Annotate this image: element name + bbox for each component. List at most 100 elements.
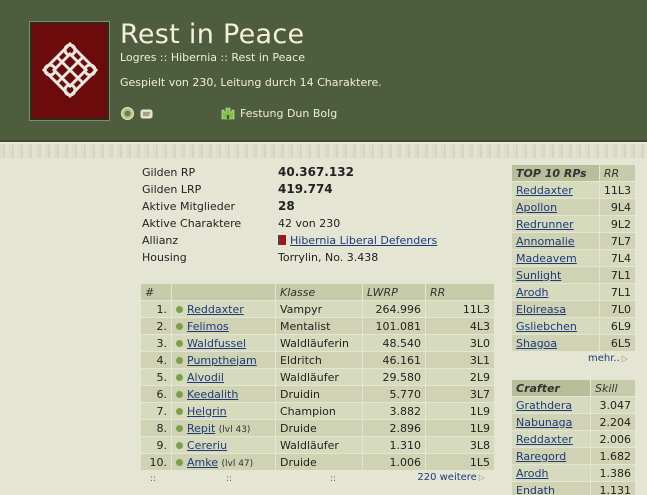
- rr-cell: 6L9: [599, 318, 635, 334]
- top10-player-link[interactable]: Madeavem: [516, 252, 577, 265]
- top10-player-link[interactable]: Gsliebchen: [516, 320, 577, 333]
- table-header-row: # Klasse LWRP RR: [141, 284, 494, 300]
- table-row: Eloireasa 7L0: [512, 301, 635, 317]
- table-row: Annomalie 7L7: [512, 233, 635, 249]
- name-cell: Apollon: [512, 199, 599, 215]
- name-cell: Cereriu: [172, 437, 275, 453]
- col-header-skill[interactable]: Skill: [591, 380, 635, 396]
- lwrp-cell: 48.540: [363, 335, 425, 351]
- name-cell: Redrunner: [512, 216, 599, 232]
- guild-header: Rest in Peace Logres :: Hibernia :: Rest…: [0, 0, 647, 142]
- arrow-right-icon: ▷: [621, 354, 628, 363]
- table-row: Apollon 9L4: [512, 199, 635, 215]
- col-header-lwrp[interactable]: LWRP: [363, 284, 425, 300]
- table-row: Reddaxter 11L3: [512, 182, 635, 198]
- rr-cell: 1L5: [426, 454, 494, 470]
- rr-cell: 3L7: [426, 386, 494, 402]
- rr-cell: 2L9: [426, 369, 494, 385]
- name-cell: Reddaxter: [172, 301, 275, 317]
- class-cell: Vampyr: [276, 301, 362, 317]
- crafter-link[interactable]: Reddaxter: [516, 433, 573, 446]
- fortress-link[interactable]: Festung Dun Bolg: [240, 107, 337, 120]
- info-label: Housing: [142, 251, 187, 264]
- top10-player-link[interactable]: Annomalie: [516, 235, 575, 248]
- col-header-rr[interactable]: RR: [599, 165, 635, 181]
- rr-cell: 3L1: [426, 352, 494, 368]
- col-header-rank[interactable]: #: [141, 284, 171, 300]
- top10-player-link[interactable]: Redrunner: [516, 218, 574, 231]
- member-link[interactable]: Reddaxter: [187, 303, 244, 316]
- top10-player-link[interactable]: Apollon: [516, 201, 557, 214]
- guild-emblem: [30, 22, 109, 120]
- col-header-rr[interactable]: RR: [426, 284, 494, 300]
- top10-player-link[interactable]: Shagoa: [516, 337, 557, 350]
- guild-lrp-value: 419.774: [278, 182, 333, 196]
- info-row-guild-rp: Gilden RP 40.367.132: [142, 164, 502, 181]
- member-link[interactable]: Keedalith: [187, 388, 238, 401]
- col-header-name[interactable]: [172, 284, 275, 300]
- online-status-icon: [176, 356, 183, 364]
- rank-cell: 7.: [141, 403, 171, 419]
- table-row: 3. Waldfussel Waldläuferin 48.540 3L0: [141, 335, 494, 351]
- crafters-table: Crafter Skill Grathdera 3.047 Nabunaga 2.20…: [511, 379, 636, 495]
- crafter-link[interactable]: Nabunaga: [516, 416, 572, 429]
- member-level: (lvl 47): [221, 458, 254, 469]
- colon-separator: ::: [330, 474, 337, 484]
- realm-icon[interactable]: [121, 107, 134, 120]
- rr-cell: 6L5: [599, 335, 635, 351]
- crafters-body: Grathdera 3.047 Nabunaga 2.204 Reddaxter 2.00…: [512, 397, 635, 495]
- name-cell: Madeavem: [512, 250, 599, 266]
- table-row: 6. Keedalith Druidin 5.770 3L7: [141, 386, 494, 402]
- colon-separator: ::: [150, 474, 157, 484]
- top10-player-link[interactable]: Arodh: [516, 286, 549, 299]
- name-cell: Raregord: [512, 448, 590, 464]
- member-link[interactable]: Alvodil: [187, 371, 224, 384]
- crafter-link[interactable]: Endath: [516, 484, 555, 495]
- crafter-link[interactable]: Arodh: [516, 467, 549, 480]
- members-body: 1. Reddaxter Vampyr 264.996 11L3 2. Felimos Men…: [141, 301, 494, 470]
- rr-cell: 11L3: [426, 301, 494, 317]
- castle-icon: [221, 107, 235, 120]
- alliance-link[interactable]: Hibernia Liberal Defenders: [290, 234, 437, 247]
- lwrp-cell: 1.006: [363, 454, 425, 470]
- table-row: 8. Repit (lvl 43) Druide 2.896 1L9: [141, 420, 494, 436]
- crafter-link[interactable]: Grathdera: [516, 399, 572, 412]
- member-link[interactable]: Pumpthejam: [187, 354, 257, 367]
- table-row: Endath 1.131: [512, 482, 635, 495]
- guild-info: Gilden RP 40.367.132 Gilden LRP 419.774 …: [142, 164, 502, 266]
- info-label: Aktive Charaktere: [142, 217, 242, 230]
- member-link[interactable]: Amke: [187, 456, 218, 469]
- rr-cell: 9L2: [599, 216, 635, 232]
- crafter-link[interactable]: Raregord: [516, 450, 566, 463]
- scroll-icon[interactable]: [140, 107, 153, 120]
- member-link[interactable]: Waldfussel: [187, 337, 246, 350]
- member-link[interactable]: Repit: [187, 422, 215, 435]
- rank-cell: 6.: [141, 386, 171, 402]
- skill-cell: 1.131: [591, 482, 635, 495]
- table-row: 2. Felimos Mentalist 101.081 4L3: [141, 318, 494, 334]
- top10-player-link[interactable]: Sunlight: [516, 269, 561, 282]
- class-cell: Waldläuferin: [276, 335, 362, 351]
- member-link[interactable]: Felimos: [187, 320, 229, 333]
- table-row: Raregord 1.682: [512, 448, 635, 464]
- member-level: (lvl 43): [218, 424, 251, 435]
- members-table: # Klasse LWRP RR 1. Reddaxter Vampyr 264.99…: [140, 283, 495, 471]
- member-link[interactable]: Cereriu: [187, 439, 227, 452]
- col-header-klasse[interactable]: Klasse: [276, 284, 362, 300]
- member-link[interactable]: Helgrin: [187, 405, 227, 418]
- lwrp-cell: 5.770: [363, 386, 425, 402]
- rr-cell: 7L1: [599, 284, 635, 300]
- table-row: Shagoa 6L5: [512, 335, 635, 351]
- name-cell: Helgrin: [172, 403, 275, 419]
- online-status-icon: [176, 390, 183, 398]
- skill-cell: 2.204: [591, 414, 635, 430]
- more-members-label: 220 weitere: [417, 472, 477, 483]
- top10-player-link[interactable]: Eloireasa: [516, 303, 566, 316]
- table-row: Reddaxter 2.006: [512, 431, 635, 447]
- table-row: Redrunner 9L2: [512, 216, 635, 232]
- top10-more-link[interactable]: mehr.. ▷: [588, 353, 628, 364]
- top10-player-link[interactable]: Reddaxter: [516, 184, 573, 197]
- more-members-link[interactable]: 220 weitere ▷: [417, 472, 485, 483]
- name-cell: Arodh: [512, 465, 590, 481]
- table-row: Madeavem 7L4: [512, 250, 635, 266]
